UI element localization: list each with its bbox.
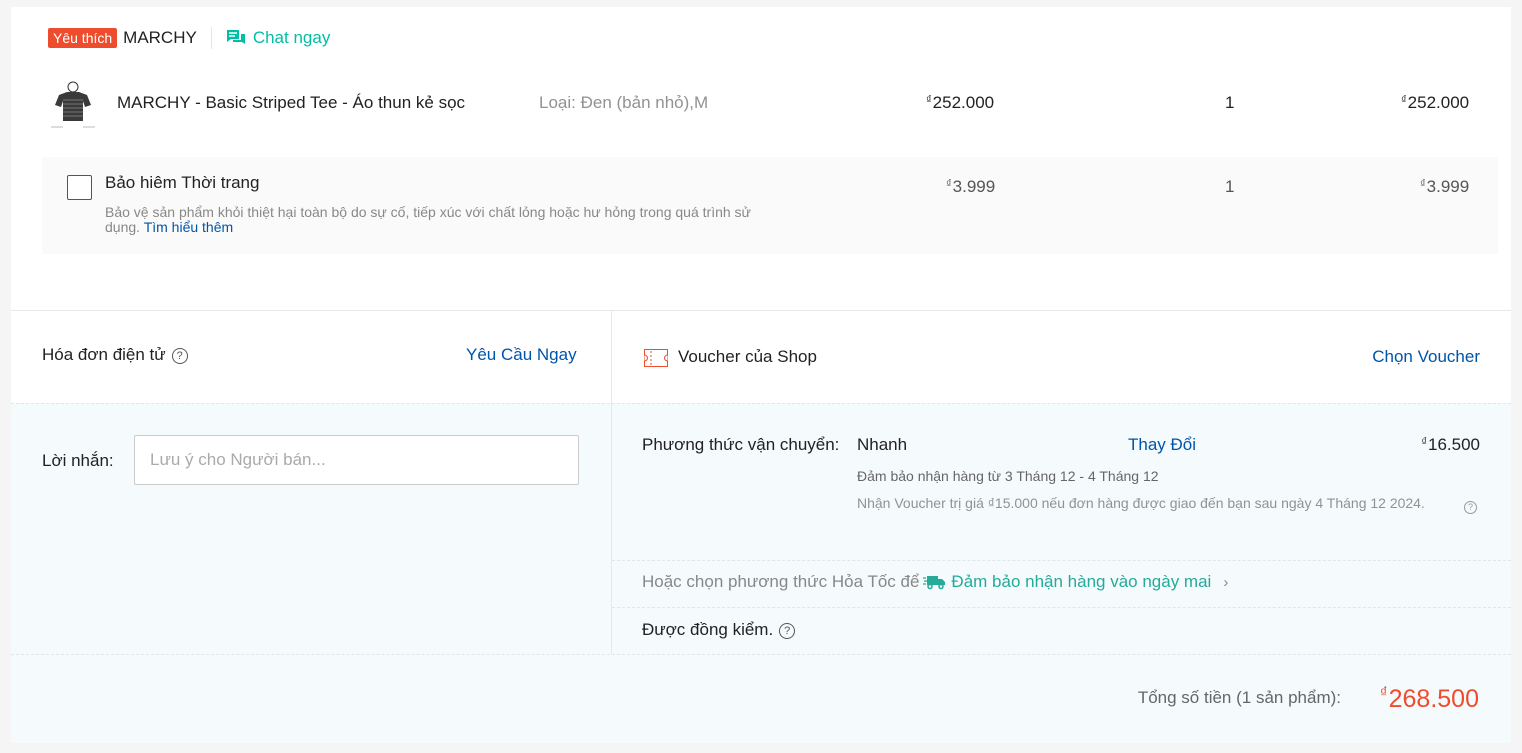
co-check-label: Được đồng kiểm.? [642,620,796,640]
co-check-text: Được đồng kiểm. [642,620,774,639]
shipping-method: Nhanh [857,435,908,454]
insurance-unit-price-value: 3.999 [952,177,996,196]
order-total-value: ₫268.500 [1380,684,1479,714]
divider [210,27,212,49]
chat-button[interactable]: Chat ngay [226,28,331,48]
late-delivery-voucher-note: Nhận Voucher trị giá ₫15.000 nếu đơn hàn… [857,495,1425,511]
currency-symbol: ₫ [1420,178,1426,190]
invoice-label-text: Hóa đơn điện tử [42,345,166,364]
shop-voucher-label: Voucher của Shop [678,347,817,366]
product-name[interactable]: MARCHY - Basic Striped Tee - Áo thun kẻ … [117,93,465,113]
message-label: Lời nhắn: [42,451,114,470]
currency-symbol: ₫ [1379,684,1388,701]
product-row: MARCHY - Basic Striped Tee - Áo thun kẻ … [47,79,1487,129]
chat-label: Chat ngay [252,28,331,47]
delivery-guarantee: Đảm bảo nhận hàng từ 3 Tháng 12 - 4 Thán… [857,468,1159,484]
insurance-subtotal-value: 3.999 [1426,177,1470,196]
message-input[interactable] [134,435,579,485]
shop-name[interactable]: MARCHY [123,28,197,48]
currency-symbol: ₫ [926,94,932,106]
currency-symbol: ₫ [1401,94,1407,106]
insurance-description: Bảo vệ sản phẩm khỏi thiệt hại toàn bộ d… [105,205,765,235]
help-icon[interactable]: ? [1464,501,1477,514]
divider [11,654,1511,655]
chevron-right-icon: › [1223,573,1229,591]
choose-voucher-button[interactable]: Chọn Voucher [1372,347,1480,367]
currency-symbol: ₫ [946,178,952,190]
subtotal-value: 252.000 [1407,93,1470,112]
express-link: Đảm bảo nhận hàng vào ngày mai [951,572,1212,591]
insurance-title: Bảo hiêm Thời trang [105,173,260,192]
chat-icon [226,30,245,44]
product-thumbnail[interactable] [47,79,99,129]
product-quantity: 1 [1225,93,1235,112]
unit-price-value: 252.000 [932,93,995,112]
favorite-badge: Yêu thích [48,28,118,48]
divider [11,403,1511,404]
learn-more-link[interactable]: Tìm hiểu thêm [144,219,233,235]
order-total-label: Tổng số tiền (1 sản phẩm): [1137,688,1341,707]
delivery-truck-icon [923,576,946,590]
product-subtotal: ₫252.000 [1401,93,1469,113]
vertical-divider [611,311,612,654]
invoice-request-button[interactable]: Yêu Cầu Ngay [466,345,577,365]
shipping-label: Phương thức vận chuyển: [642,435,840,454]
voucher-icon [644,349,668,367]
express-prefix: Hoặc chọn phương thức Hỏa Tốc để [642,572,920,591]
order-total-amount: 268.500 [1388,685,1479,713]
help-icon[interactable]: ? [171,348,188,364]
shipping-price-value: 16.500 [1428,435,1480,454]
shop-header: Yêu thích MARCHY Chat ngay [48,27,330,49]
shipping-price: ₫16.500 [1421,435,1480,455]
insurance-quantity: 1 [1225,177,1235,196]
insurance-subtotal: ₫3.999 [1420,177,1469,197]
divider [11,310,1511,311]
help-icon[interactable]: ? [779,623,796,639]
divider [612,560,1511,561]
currency-symbol: ₫ [1421,436,1427,448]
divider [612,607,1511,608]
express-shipping-option[interactable]: Hoặc chọn phương thức Hỏa Tốc để Đảm bảo… [642,572,1228,592]
product-unit-price: ₫252.000 [926,93,994,113]
insurance-unit-price: ₫3.999 [946,177,995,197]
invoice-label: Hóa đơn điện tử? [42,345,188,365]
change-shipping-button[interactable]: Thay Đổi [1128,435,1196,455]
shop-order-card: Yêu thích MARCHY Chat ngay MARCHY - Basi… [11,7,1511,743]
insurance-option: Bảo hiêm Thời trang Bảo vệ sản phẩm khỏi… [42,157,1498,254]
insurance-checkbox[interactable] [67,175,92,200]
product-variant: Loại: Đen (bản nhỏ),M [539,93,709,112]
